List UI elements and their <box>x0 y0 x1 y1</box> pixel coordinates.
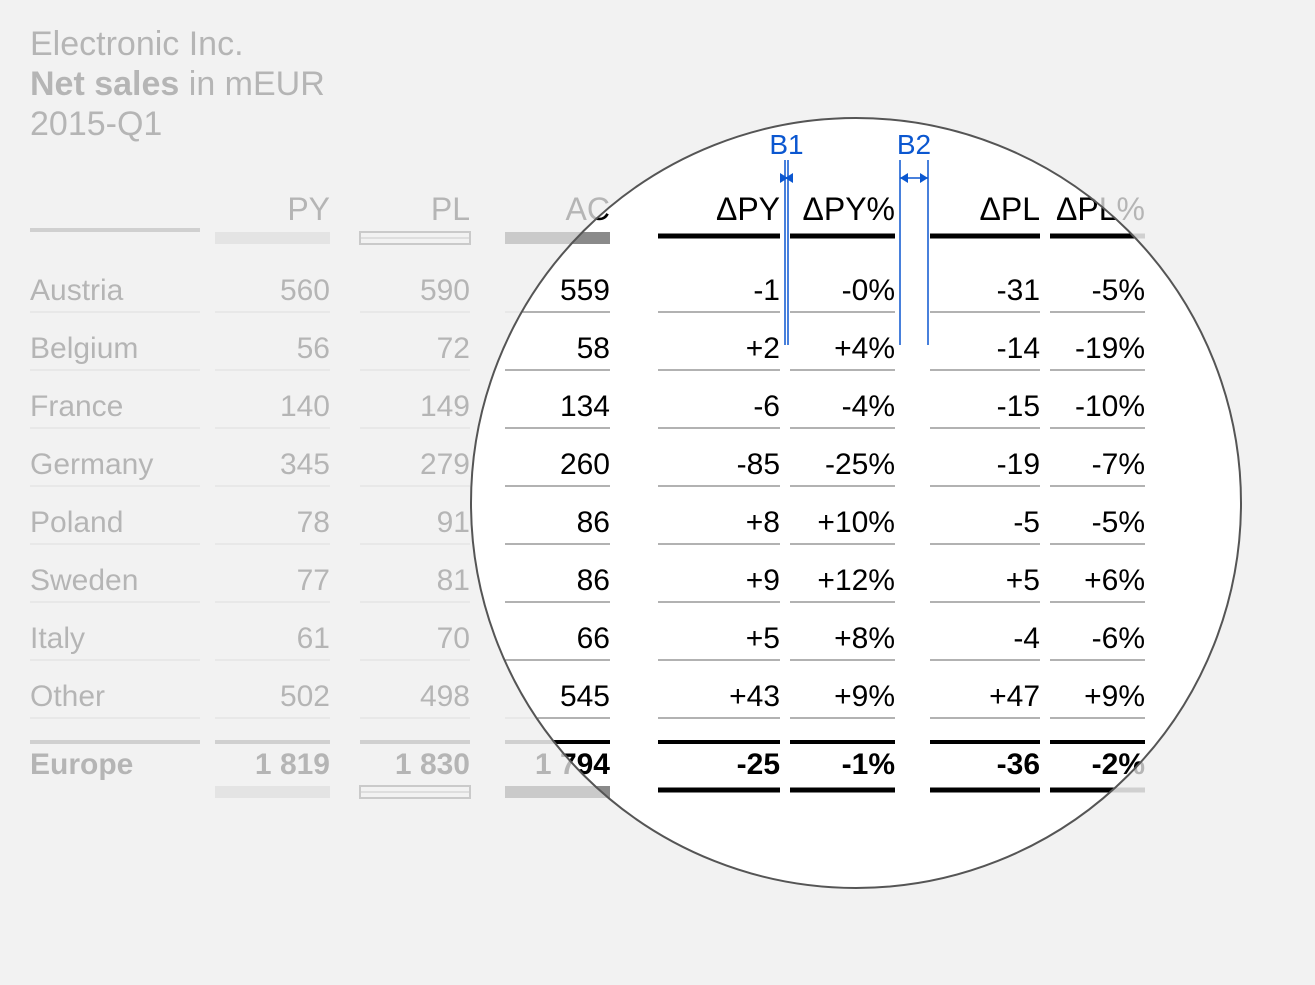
cell-dplp: -6% <box>1092 622 1145 655</box>
col-dpyp: ΔPY% <box>802 191 895 227</box>
cell-dpyp: +12% <box>817 564 895 597</box>
cell-ac: 559 <box>560 274 610 307</box>
cell-py: 345 <box>280 448 330 481</box>
cell-dpy: +43 <box>729 680 780 713</box>
cell-ac: 58 <box>577 332 610 365</box>
cell-dpyp: -25% <box>825 448 895 481</box>
svg-text:1 819: 1 819 <box>255 748 330 781</box>
row-name: France <box>30 390 123 423</box>
cell-py: 77 <box>297 564 330 597</box>
figure: Electronic Inc.Net sales in mEUR2015-Q1 P… <box>0 0 1315 985</box>
svg-text:-25: -25 <box>737 748 780 781</box>
cell-pl: 279 <box>420 448 470 481</box>
cell-ac: 545 <box>560 680 610 713</box>
row-name: Poland <box>30 506 123 539</box>
cell-dpl: -4 <box>1013 622 1040 655</box>
cell-dplp: +6% <box>1084 564 1145 597</box>
svg-text:-36: -36 <box>997 748 1040 781</box>
cell-dpyp: -4% <box>842 390 895 423</box>
cell-dplp: -10% <box>1075 390 1145 423</box>
cell-py: 560 <box>280 274 330 307</box>
cell-dpl: -15 <box>997 390 1040 423</box>
cell-dpy: -85 <box>737 448 780 481</box>
cell-dpy: -6 <box>753 390 780 423</box>
row-name: Germany <box>30 448 153 481</box>
cell-dpy: +9 <box>746 564 780 597</box>
cell-ac: 66 <box>577 622 610 655</box>
metric: Net sales in mEUR <box>30 65 325 103</box>
cell-ac: 134 <box>560 390 610 423</box>
cell-py: 78 <box>297 506 330 539</box>
cell-dpl: -5 <box>1013 506 1040 539</box>
cell-dplp: -5% <box>1092 274 1145 307</box>
cell-pl: 91 <box>437 506 470 539</box>
cell-py: 502 <box>280 680 330 713</box>
cell-dpyp: -0% <box>842 274 895 307</box>
cell-py: 140 <box>280 390 330 423</box>
cell-pl: 72 <box>437 332 470 365</box>
row-name: Belgium <box>30 332 138 365</box>
cell-dpl: -31 <box>997 274 1040 307</box>
cell-py: 61 <box>297 622 330 655</box>
row-name: Austria <box>30 274 124 307</box>
cell-dplp: -5% <box>1092 506 1145 539</box>
cell-dpyp: +10% <box>817 506 895 539</box>
cell-dpyp: +4% <box>834 332 895 365</box>
period: 2015-Q1 <box>30 105 162 143</box>
cell-dplp: +9% <box>1084 680 1145 713</box>
row-name: Other <box>30 680 105 713</box>
cell-pl: 81 <box>437 564 470 597</box>
cell-ac: 86 <box>577 564 610 597</box>
col-dpy: ΔPY <box>716 191 780 227</box>
annotation-b1: B1 <box>769 129 803 160</box>
row-name: Italy <box>30 622 85 655</box>
cell-dpy: +5 <box>746 622 780 655</box>
cell-dpyp: +8% <box>834 622 895 655</box>
cell-dplp: -19% <box>1075 332 1145 365</box>
svg-text:1 830: 1 830 <box>395 748 470 781</box>
row-name: Sweden <box>30 564 138 597</box>
annotation-b2: B2 <box>897 129 931 160</box>
svg-text:-1%: -1% <box>842 748 895 781</box>
cell-dpl: +47 <box>989 680 1040 713</box>
cell-dpyp: +9% <box>834 680 895 713</box>
cell-dpy: +8 <box>746 506 780 539</box>
cell-dplp: -7% <box>1092 448 1145 481</box>
cell-py: 56 <box>297 332 330 365</box>
cell-dpl: +5 <box>1006 564 1040 597</box>
total-name: Europe <box>30 748 133 781</box>
cell-pl: 498 <box>420 680 470 713</box>
cell-dpy: +2 <box>746 332 780 365</box>
cell-dpy: -1 <box>753 274 780 307</box>
cell-dpl: -19 <box>997 448 1040 481</box>
col-dpl: ΔPL <box>979 191 1040 227</box>
col-pl: PL <box>431 191 470 227</box>
cell-pl: 70 <box>437 622 470 655</box>
cell-pl: 590 <box>420 274 470 307</box>
cell-ac: 260 <box>560 448 610 481</box>
company: Electronic Inc. <box>30 25 244 63</box>
col-py: PY <box>287 191 330 227</box>
cell-pl: 149 <box>420 390 470 423</box>
cell-ac: 86 <box>577 506 610 539</box>
cell-dpl: -14 <box>997 332 1040 365</box>
